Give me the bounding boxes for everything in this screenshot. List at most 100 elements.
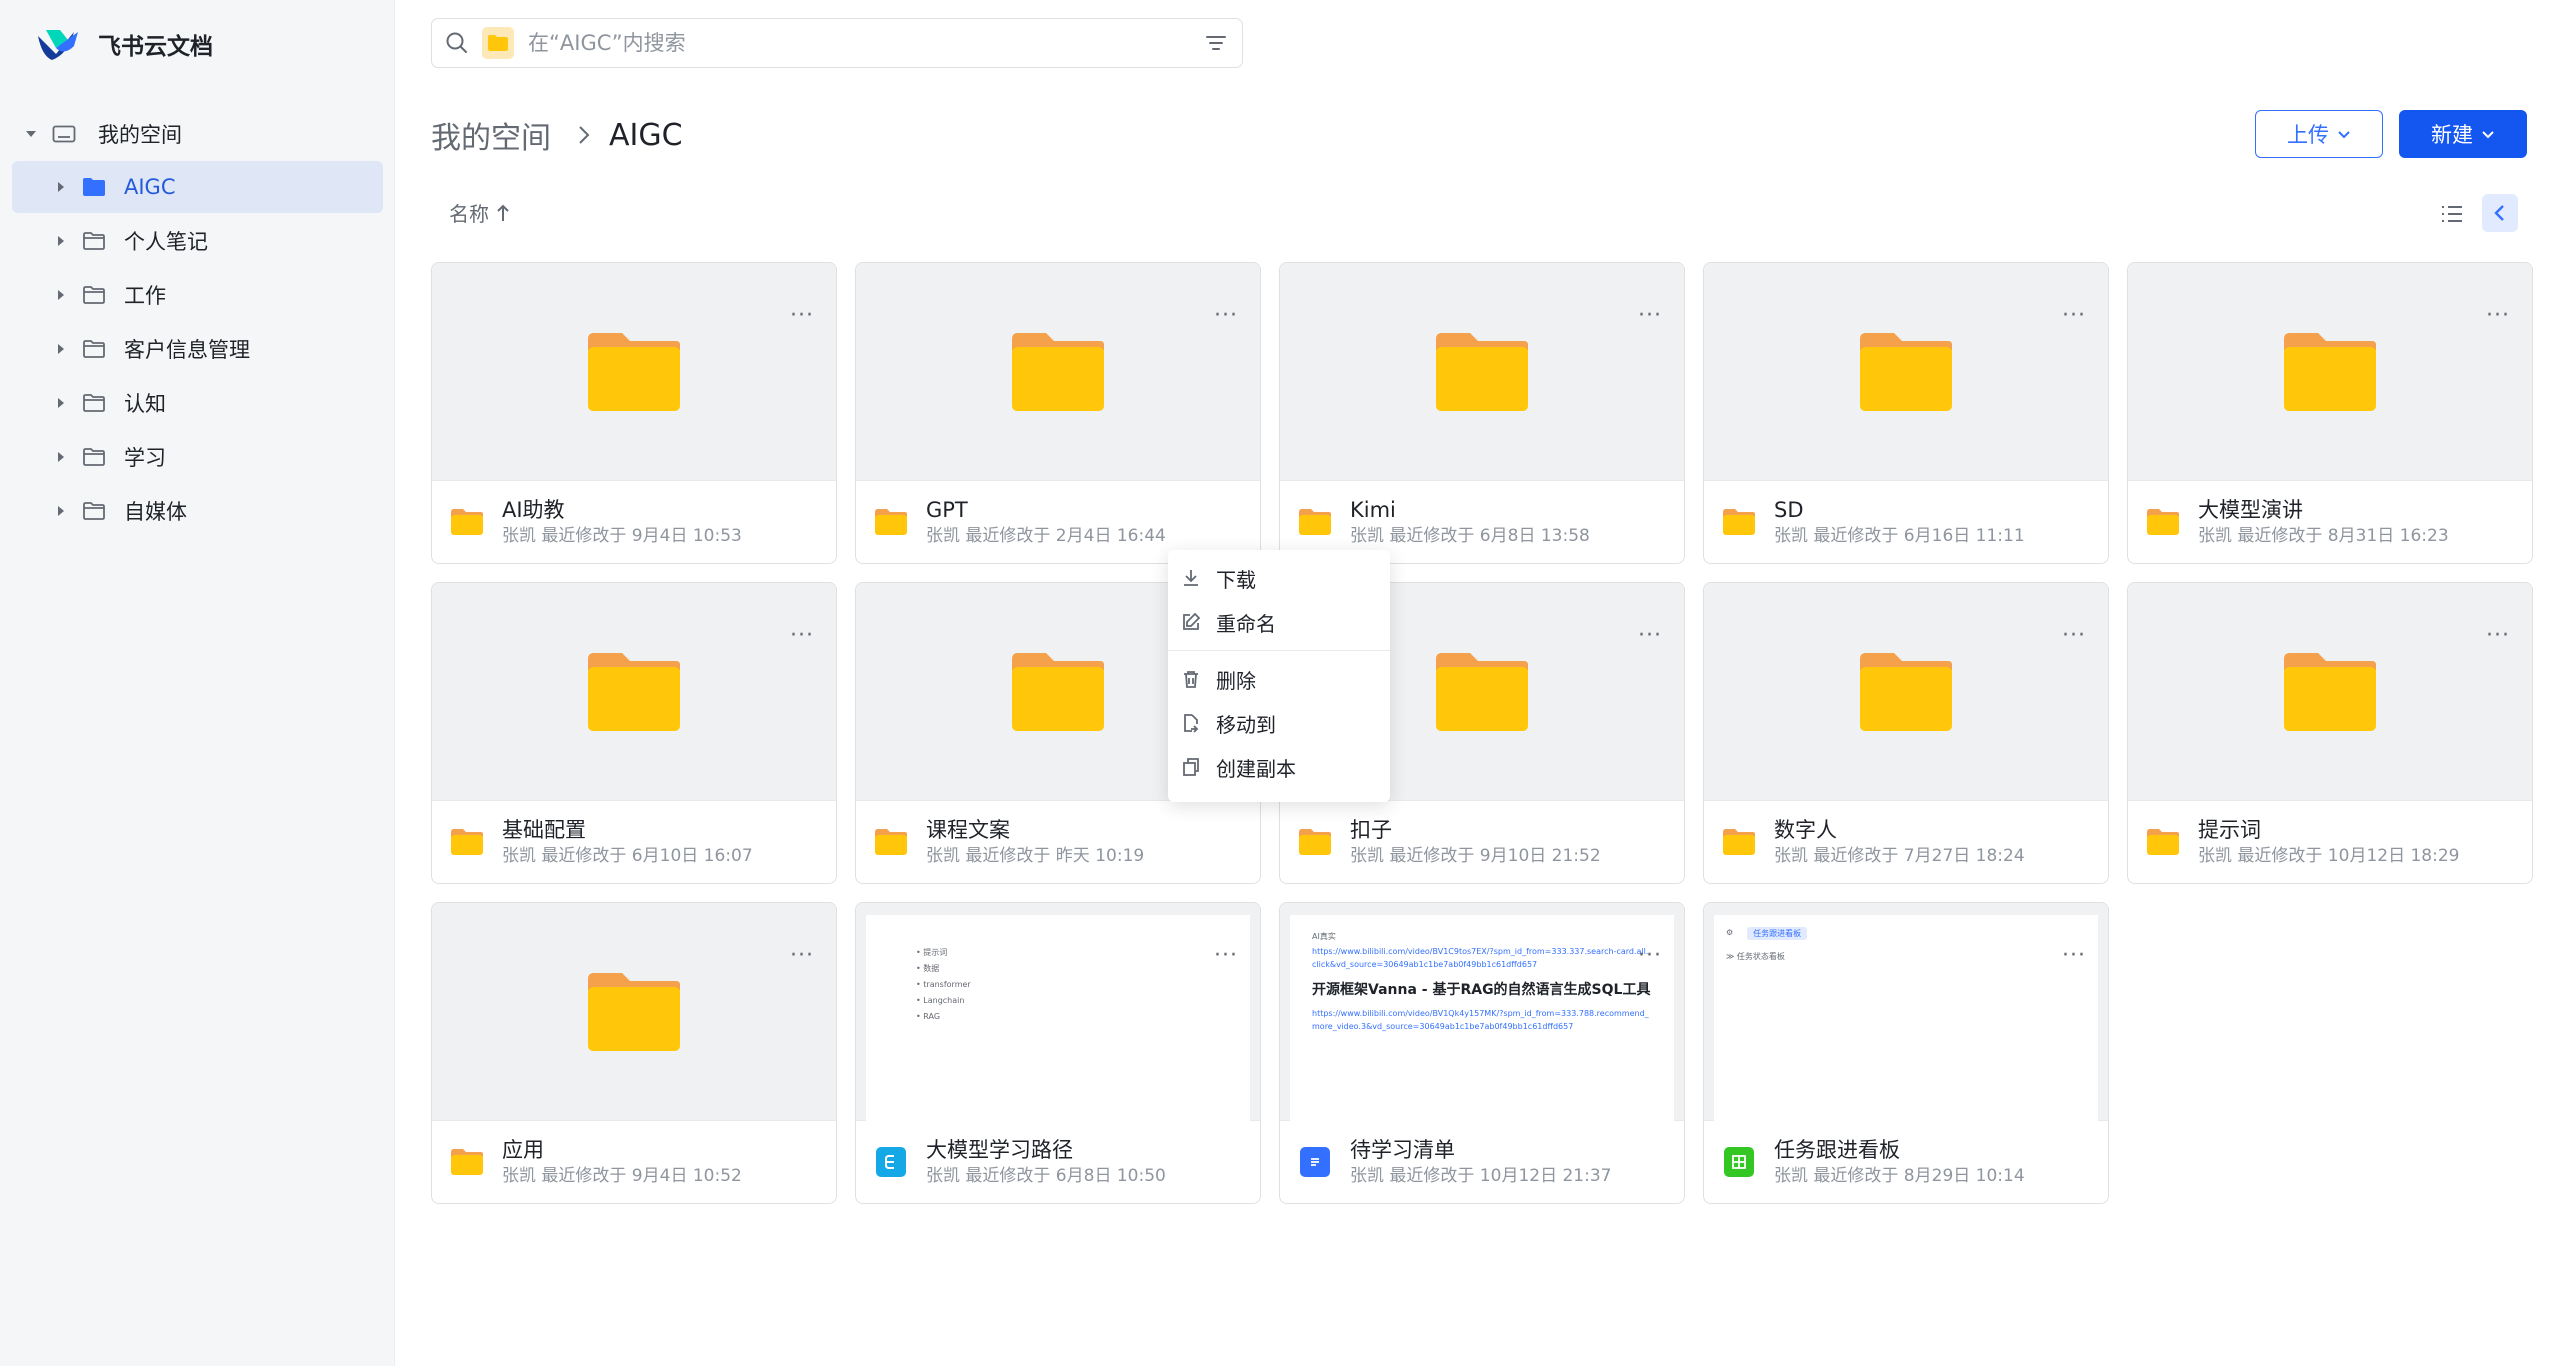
folder-card[interactable]: Kimi 张凯 最近修改于 6月8日 13:58 ···	[1279, 262, 1685, 564]
card-thumbnail	[432, 263, 836, 481]
folder-icon	[1012, 332, 1104, 411]
folder-icon	[451, 509, 483, 535]
more-icon[interactable]: ···	[790, 943, 814, 968]
caret-right-icon[interactable]	[54, 180, 68, 194]
mindnote-preview: • 提示词 • 数据 • transformer • Langchain • R…	[866, 915, 1250, 1121]
more-icon[interactable]: ···	[1638, 943, 1662, 968]
sort-by-name[interactable]: 名称	[449, 198, 511, 227]
sort-label: 名称	[449, 202, 489, 226]
card-thumbnail: ⚙ 任务跟进看板 ≫ 任务状态看板	[1704, 903, 2108, 1121]
upload-label: 上传	[2287, 123, 2329, 147]
mindnote-card[interactable]: • 提示词 • 数据 • transformer • Langchain • R…	[855, 902, 1261, 1204]
sidebar-item-label: 个人笔记	[124, 230, 208, 254]
upload-button[interactable]: 上传	[2255, 110, 2383, 158]
more-icon[interactable]: ···	[2062, 623, 2086, 648]
card-info: SD 张凯 最近修改于 6月16日 11:11	[1704, 481, 2108, 563]
brand[interactable]: 飞书云文档	[34, 22, 213, 66]
list-view-icon[interactable]	[2438, 200, 2466, 228]
sidebar-item-work[interactable]: 工作	[12, 269, 383, 321]
folder-tree: 我的空间 AIGC 个人笔记 工作 客户信息管理 认知 学习 自媒体	[0, 108, 395, 539]
card-info: 大模型演讲 张凯 最近修改于 8月31日 16:23	[2128, 481, 2532, 563]
sidebar-item-study[interactable]: 学习	[12, 431, 383, 483]
card-info: AI助教 张凯 最近修改于 9月4日 10:53	[432, 481, 836, 563]
more-icon[interactable]: ···	[790, 303, 814, 328]
folder-card[interactable]: 基础配置 张凯 最近修改于 6月10日 16:07 ···	[431, 582, 837, 884]
caret-right-icon[interactable]	[54, 342, 68, 356]
mindnote-node: • RAG	[916, 1012, 941, 1021]
more-icon[interactable]: ···	[2486, 303, 2510, 328]
card-meta: 张凯 最近修改于 9月4日 10:53	[502, 526, 742, 546]
folder-card[interactable]: AI助教 张凯 最近修改于 9月4日 10:53 ···	[431, 262, 837, 564]
more-icon[interactable]: ···	[1214, 943, 1238, 968]
doc-link[interactable]: https://www.bilibili.com/video/BV1C9tos7…	[1312, 945, 1652, 971]
context-menu: 下载 重命名 删除 移动到 创建副本	[1168, 550, 1390, 802]
arrow-up-icon	[495, 203, 511, 223]
caret-right-icon[interactable]	[54, 504, 68, 518]
card-info: 任务跟进看板 张凯 最近修改于 8月29日 10:14	[1704, 1121, 2108, 1203]
sheet-tab[interactable]: 任务跟进看板	[1747, 926, 1808, 940]
card-name: SD	[1774, 498, 1804, 522]
more-icon[interactable]: ···	[2062, 943, 2086, 968]
sheet-icon	[1724, 1147, 1754, 1177]
more-icon[interactable]: ···	[2062, 303, 2086, 328]
card-thumbnail: • 提示词 • 数据 • transformer • Langchain • R…	[856, 903, 1260, 1121]
caret-right-icon[interactable]	[54, 234, 68, 248]
folder-card[interactable]: 提示词 张凯 最近修改于 10月12日 18:29 ···	[2127, 582, 2533, 884]
caret-right-icon[interactable]	[54, 288, 68, 302]
folder-card[interactable]: 数字人 张凯 最近修改于 7月27日 18:24 ···	[1703, 582, 2109, 884]
doc-card[interactable]: AI真实 https://www.bilibili.com/video/BV1C…	[1279, 902, 1685, 1204]
doc-link[interactable]: https://www.bilibili.com/video/BV1Qk4y15…	[1312, 1007, 1652, 1033]
card-thumbnail	[1704, 263, 2108, 481]
folder-card[interactable]: GPT 张凯 最近修改于 2月4日 16:44 ···	[855, 262, 1261, 564]
folder-icon	[83, 448, 105, 466]
folder-card[interactable]: SD 张凯 最近修改于 6月16日 11:11 ···	[1703, 262, 2109, 564]
card-info: 数字人 张凯 最近修改于 7月27日 18:24	[1704, 801, 2108, 883]
folder-icon	[2147, 509, 2179, 535]
folder-icon	[1436, 332, 1528, 411]
folder-card[interactable]: 大模型演讲 张凯 最近修改于 8月31日 16:23 ···	[2127, 262, 2533, 564]
menu-item-duplicate[interactable]: 创建副本	[1168, 745, 1390, 789]
doc-heading: AI真实	[1312, 932, 1336, 941]
doc-title: 开源框架Vanna - 基于RAG的自然语言生成SQL工具	[1312, 982, 1651, 998]
more-icon[interactable]: ···	[1638, 623, 1662, 648]
sidebar-item-cognition[interactable]: 认知	[12, 377, 383, 429]
menu-item-move-to[interactable]: 移动到	[1168, 701, 1390, 745]
more-icon[interactable]: ···	[2486, 623, 2510, 648]
folder-icon	[2284, 652, 2376, 731]
more-icon[interactable]: ···	[790, 623, 814, 648]
doc-icon	[1300, 1147, 1330, 1177]
sidebar-item-customers[interactable]: 客户信息管理	[12, 323, 383, 375]
more-icon[interactable]: ···	[1214, 303, 1238, 328]
new-button[interactable]: 新建	[2399, 110, 2527, 158]
folder-card[interactable]: 应用 张凯 最近修改于 9月4日 10:52 ···	[431, 902, 837, 1204]
sidebar-item-notes[interactable]: 个人笔记	[12, 215, 383, 267]
folder-icon	[1723, 509, 1755, 535]
caret-right-icon[interactable]	[54, 450, 68, 464]
caret-down-icon[interactable]	[24, 127, 38, 141]
space-icon	[52, 125, 76, 143]
edit-icon	[1183, 612, 1201, 630]
mindnote-node: • 数据	[916, 964, 940, 973]
search-input[interactable]	[528, 31, 1202, 55]
card-thumbnail	[2128, 263, 2532, 481]
card-meta: 张凯 最近修改于 10月12日 21:37	[1350, 1166, 1612, 1186]
sidebar-item-aigc[interactable]: AIGC	[12, 161, 383, 213]
menu-item-delete[interactable]: 删除	[1168, 657, 1390, 701]
chevron-left-icon	[2494, 205, 2504, 221]
menu-item-rename[interactable]: 重命名	[1168, 600, 1390, 644]
search-bar[interactable]	[431, 18, 1243, 68]
caret-right-icon[interactable]	[54, 396, 68, 410]
folder-icon	[2147, 829, 2179, 855]
folder-icon	[1860, 332, 1952, 411]
breadcrumb-root[interactable]: 我的空间	[431, 113, 551, 157]
menu-item-label: 创建副本	[1216, 756, 1296, 781]
doc-preview: AI真实 https://www.bilibili.com/video/BV1C…	[1290, 915, 1674, 1121]
sheet-card[interactable]: ⚙ 任务跟进看板 ≫ 任务状态看板 任务跟进看板 张凯 最近修改于 8月29日 …	[1703, 902, 2109, 1204]
more-icon[interactable]: ···	[1638, 303, 1662, 328]
tree-root-my-space[interactable]: 我的空间	[0, 108, 395, 160]
menu-item-download[interactable]: 下载	[1168, 556, 1390, 600]
card-info: 扣子 张凯 最近修改于 9月10日 21:52	[1280, 801, 1684, 883]
filter-icon[interactable]	[1202, 29, 1230, 57]
collapse-panel-button[interactable]	[2482, 194, 2518, 232]
sidebar-item-media[interactable]: 自媒体	[12, 485, 383, 537]
